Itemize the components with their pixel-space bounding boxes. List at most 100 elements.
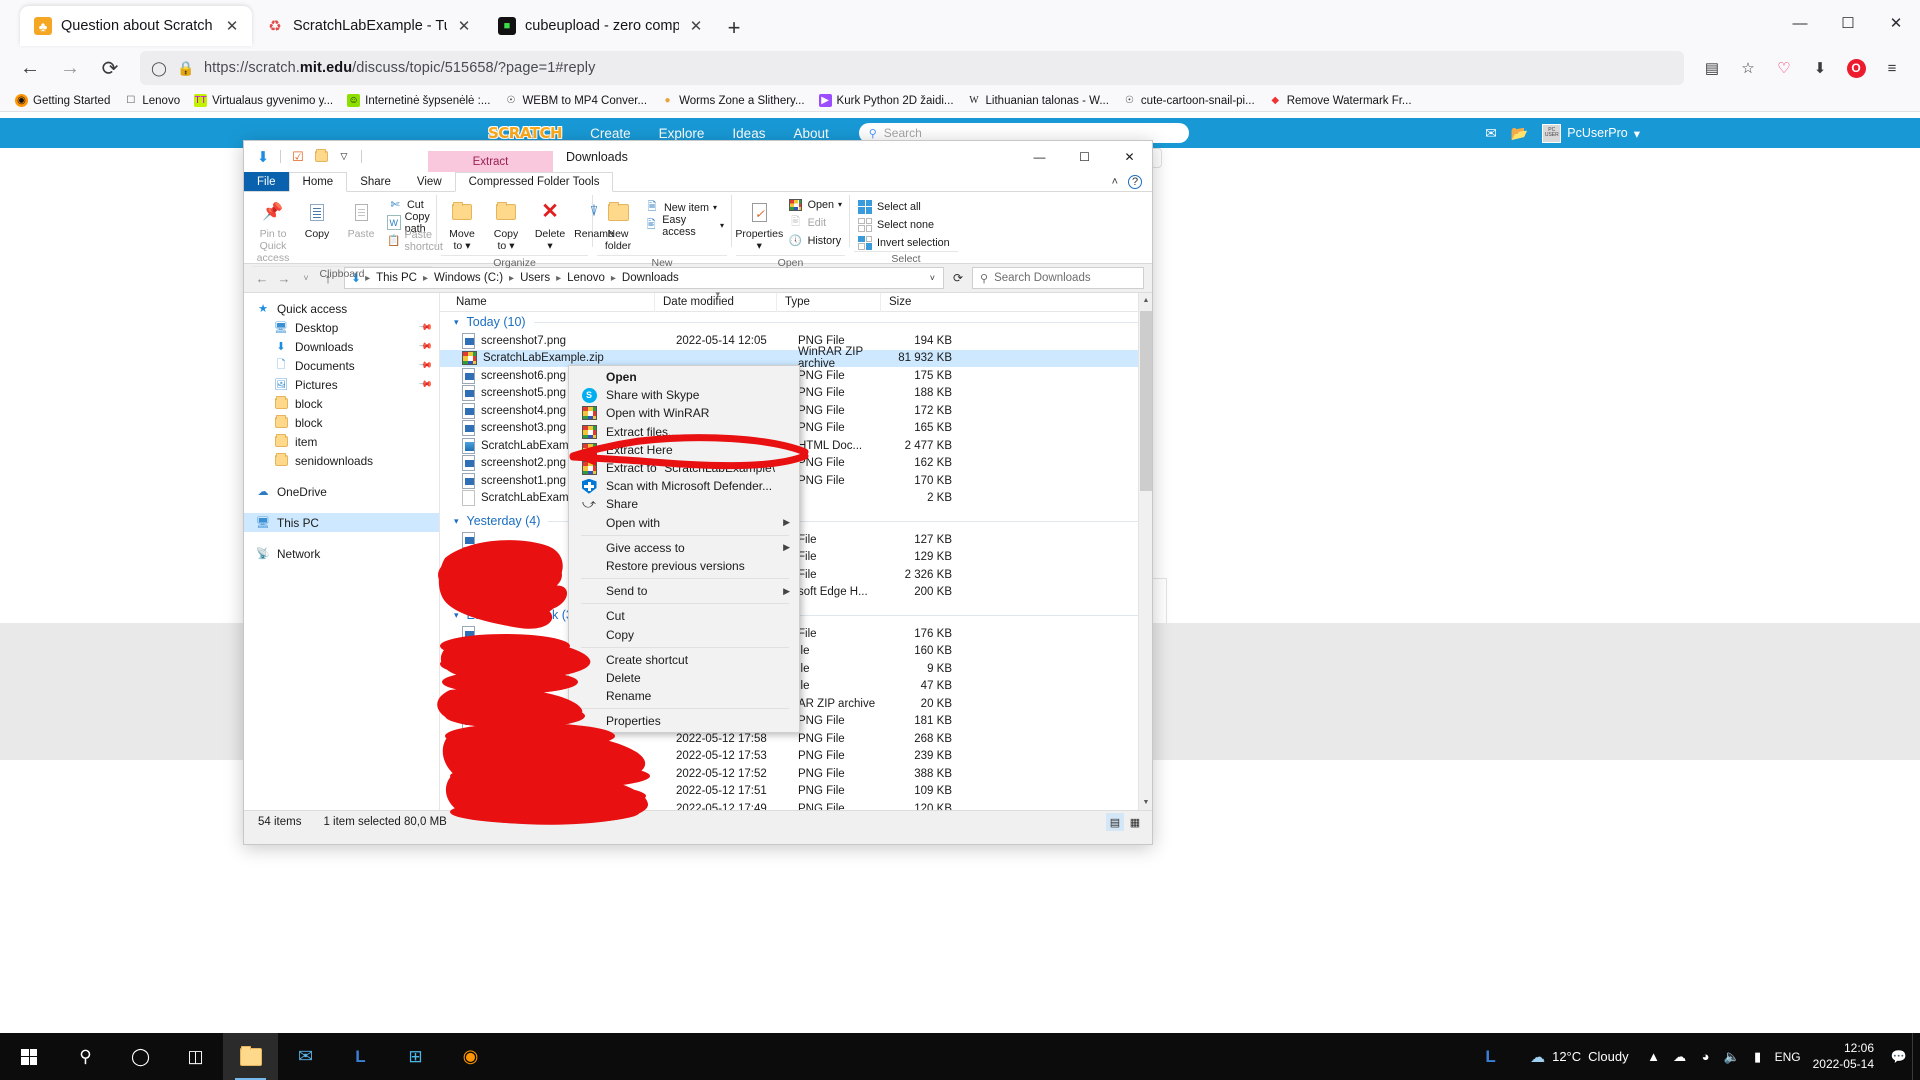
breadcrumb[interactable]: ⬇ ▸ This PC ▸ Windows (C:) ▸ Users ▸ Len… <box>344 267 944 289</box>
bookmark-virtualaus[interactable]: TT Virtualaus gyvenimo y... <box>187 91 340 111</box>
context-menu-item-share[interactable]: ⤻ Share <box>569 495 799 513</box>
context-menu-item-extract-files[interactable]: Extract files... <box>569 423 799 441</box>
table-row[interactable]: 2022-05-12 17:53 PNG File 239 KB <box>440 748 1152 766</box>
nav-item-onedrive[interactable]: ☁ OneDrive <box>244 482 439 501</box>
context-menu-item-cut[interactable]: Cut <box>569 607 799 625</box>
nav-item-quick-access[interactable]: ★ Quick access <box>244 299 439 318</box>
taskbar-mail-button[interactable]: ✉ <box>278 1033 333 1080</box>
taskbar-lenovo-right-button[interactable]: L <box>1463 1033 1518 1080</box>
nav-item-this-pc[interactable]: 🖥 This PC <box>244 513 439 532</box>
browser-tab-1[interactable]: ♣ Question about Scratch Lab - D ✕ <box>20 6 252 46</box>
weather-widget[interactable]: ☁ 12°C Cloudy <box>1518 1048 1641 1066</box>
edit-button[interactable]: 🖹 Edit <box>785 214 845 231</box>
context-menu-item-give-access-to[interactable]: Give access to ▶ <box>569 539 799 557</box>
help-icon[interactable]: ? <box>1128 175 1142 189</box>
new-folder-button[interactable]: New folder <box>597 195 639 255</box>
breadcrumb-downloads[interactable]: Downloads <box>620 272 681 284</box>
context-menu-item-extract-to-folder[interactable]: Extract to "ScratchLabExample\" <box>569 459 799 477</box>
show-desktop-button[interactable] <box>1912 1033 1920 1080</box>
opera-icon[interactable]: O <box>1840 52 1872 84</box>
nav-item-desktop[interactable]: 🖥 Desktop 📌 <box>244 318 439 337</box>
bookmark-smiley[interactable]: ☺ Internetinė šypsenėlė :... <box>340 91 497 111</box>
ribbon-tab-home[interactable]: Home <box>288 172 348 192</box>
bookmark-webm[interactable]: ☉ WEBM to MP4 Conver... <box>497 91 654 111</box>
column-header-date-modified[interactable]: ▾ Date modified <box>654 289 776 312</box>
context-menu-item-send-to[interactable]: Send to ▶ <box>569 582 799 600</box>
close-icon[interactable]: ✕ <box>224 18 240 35</box>
paste-button[interactable]: Paste <box>340 195 382 243</box>
address-bar[interactable]: ◯ 🔒 https://scratch.mit.edu/discuss/topi… <box>140 51 1684 85</box>
volume-tray-icon[interactable]: 🔈 <box>1719 1033 1745 1080</box>
forward-button[interactable]: → <box>52 51 88 85</box>
scrollbar-thumb[interactable] <box>1140 311 1152 491</box>
table-row[interactable]: 2022-05-12 17:49 PNG File 120 KB <box>440 800 1152 810</box>
breadcrumb-lenovo[interactable]: Lenovo <box>565 272 607 284</box>
context-menu-item-create-shortcut[interactable]: Create shortcut <box>569 651 799 669</box>
download-icon[interactable]: ⬇ <box>1804 52 1836 84</box>
bookmark-star-icon[interactable]: ☆ <box>1732 52 1764 84</box>
open-button[interactable]: Open ▾ <box>785 196 845 213</box>
chevron-down-icon[interactable]: ˅ <box>930 273 937 283</box>
nav-item-item[interactable]: item <box>244 432 439 451</box>
ribbon-tab-share[interactable]: Share <box>347 172 404 191</box>
bookmark-lenovo[interactable]: ☐ Lenovo <box>117 91 187 111</box>
my-stuff-icon[interactable]: 📂 <box>1511 125 1528 142</box>
nav-item-downloads[interactable]: ⬇ Downloads 📌 <box>244 337 439 356</box>
heart-icon[interactable]: ♡ <box>1768 52 1800 84</box>
close-icon[interactable]: ✕ <box>688 18 704 35</box>
bookmark-getting-started[interactable]: ◉ Getting Started <box>8 91 117 111</box>
context-menu-item-open[interactable]: Open <box>569 368 799 386</box>
nav-item-pictures[interactable]: 🖼 Pictures 📌 <box>244 375 439 394</box>
select-none-button[interactable]: Select none <box>854 216 953 233</box>
group-header-today[interactable]: ▾ Today (10) <box>440 312 1152 332</box>
taskbar-lenovo-button[interactable]: L <box>333 1033 388 1080</box>
browser-tab-2[interactable]: ♻ ScratchLabExample - TurboWar ✕ <box>252 6 484 46</box>
taskbar-search-button[interactable]: ⚲ <box>58 1033 113 1080</box>
copy-to-button[interactable]: Copy to ▾ <box>485 195 527 255</box>
table-row[interactable]: 2022-05-12 17:52 PNG File 388 KB <box>440 765 1152 783</box>
easy-access-button[interactable]: 🖹 Easy access ▾ <box>641 214 727 238</box>
reader-mode-icon[interactable]: ▤ <box>1696 52 1728 84</box>
maximize-button[interactable]: ☐ <box>1824 1 1872 45</box>
context-menu-item-properties[interactable]: Properties <box>569 712 799 730</box>
context-menu-item-share-with-skype[interactable]: S Share with Skype <box>569 386 799 404</box>
context-menu-item-rename[interactable]: Rename <box>569 687 799 705</box>
taskbar-store-button[interactable]: ⊞ <box>388 1033 443 1080</box>
invert-selection-button[interactable]: Invert selection <box>854 234 953 251</box>
bookmark-wikipedia[interactable]: W Lithuanian talonas - W... <box>961 91 1116 111</box>
column-header-name[interactable]: Name <box>448 293 654 312</box>
table-row[interactable]: 2022-05-12 17:51 PNG File 109 KB <box>440 783 1152 801</box>
context-menu-item-open-with-winrar[interactable]: Open with WinRAR <box>569 404 799 422</box>
properties-icon[interactable]: ☑ <box>289 148 307 166</box>
breadcrumb-users[interactable]: Users <box>518 272 552 284</box>
minimize-button[interactable]: — <box>1017 141 1062 172</box>
refresh-button[interactable]: ⟳ <box>946 267 970 289</box>
column-header-size[interactable]: Size <box>880 292 946 312</box>
language-indicator[interactable]: ENG <box>1771 1033 1805 1080</box>
new-tab-button[interactable]: + <box>716 10 752 46</box>
context-menu-item-scan-with-defender[interactable]: Scan with Microsoft Defender... <box>569 477 799 495</box>
column-header-type[interactable]: Type <box>776 292 880 312</box>
move-to-button[interactable]: Move to ▾ <box>441 195 483 255</box>
nav-item-network[interactable]: 📡 Network <box>244 544 439 563</box>
minimize-button[interactable]: — <box>1776 1 1824 45</box>
nav-item-block-1[interactable]: block <box>244 394 439 413</box>
close-button[interactable]: ✕ <box>1872 1 1920 45</box>
network-tray-icon[interactable]: ◕ <box>1693 1033 1719 1080</box>
nav-item-senidownloads[interactable]: senidownloads <box>244 451 439 470</box>
close-icon[interactable]: ✕ <box>456 18 472 35</box>
envelope-icon[interactable]: ✉ <box>1485 125 1497 142</box>
properties-button[interactable]: ✓ Properties ▾ <box>735 195 783 255</box>
browser-tab-3[interactable]: ■ cubeupload - zero compression ✕ <box>484 6 716 46</box>
context-menu-item-open-with[interactable]: Open with ▶ <box>569 514 799 532</box>
ribbon-tab-file[interactable]: File <box>244 172 289 191</box>
scratch-user-menu[interactable]: PC USER PcUserPro ▾ <box>1542 123 1640 143</box>
bookmark-worms[interactable]: ● Worms Zone a Slithery... <box>654 91 811 111</box>
breadcrumb-windows-c[interactable]: Windows (C:) <box>432 272 505 284</box>
pin-to-quick-access-button[interactable]: 📌 Pin to Quick access <box>252 195 294 266</box>
context-menu-item-extract-here[interactable]: Extract Here <box>569 441 799 459</box>
context-menu-item-restore-previous-versions[interactable]: Restore previous versions <box>569 557 799 575</box>
history-button[interactable]: 🕔 History <box>785 232 845 249</box>
taskbar-firefox-button[interactable]: ◉ <box>443 1033 498 1080</box>
search-input[interactable]: ⚲ Search Downloads <box>972 267 1144 289</box>
